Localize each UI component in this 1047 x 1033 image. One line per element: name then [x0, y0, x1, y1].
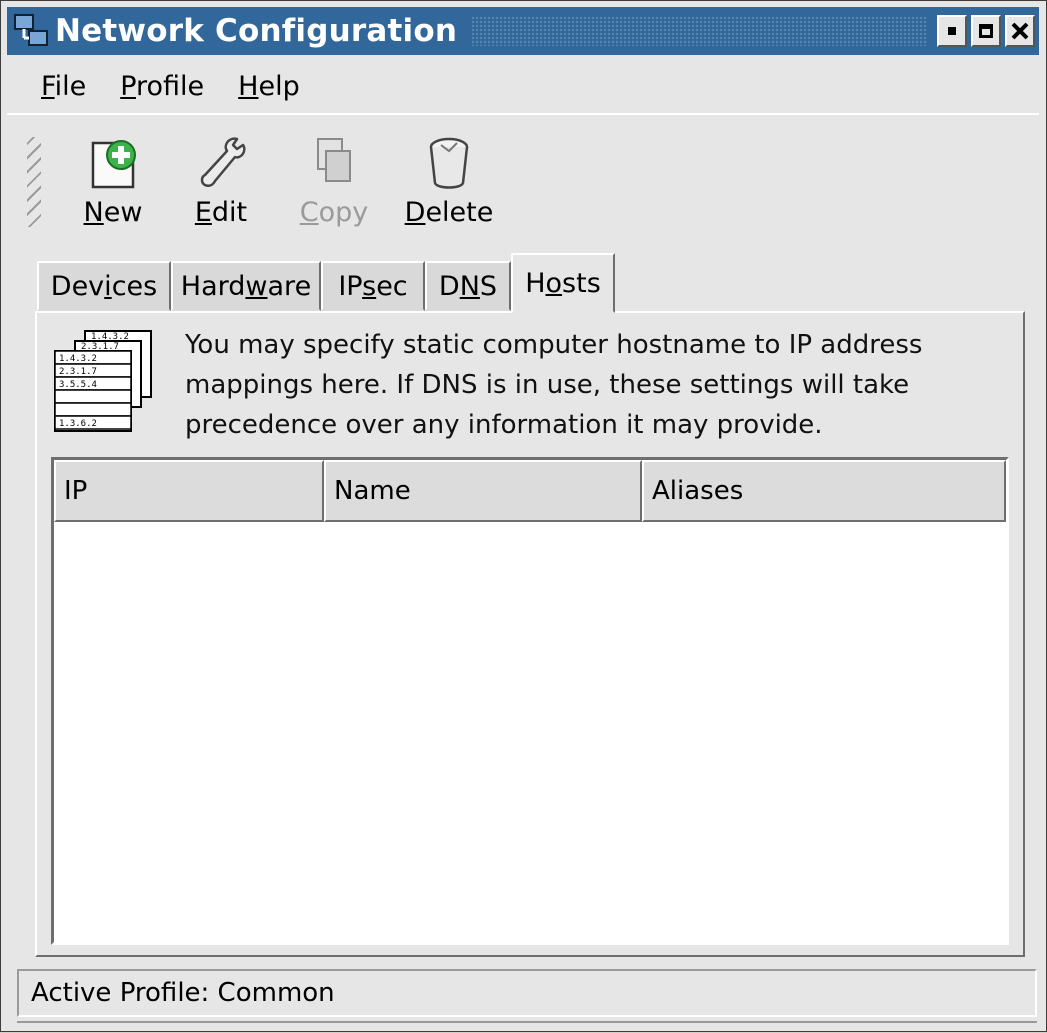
trash-icon	[429, 137, 469, 189]
copy-button[interactable]: Copy	[293, 119, 375, 237]
tab-dns-label: DNS	[438, 270, 498, 302]
edit-button[interactable]: Edit	[185, 119, 257, 237]
close-button[interactable]	[1005, 15, 1035, 47]
network-configuration-window: Network Configuration File Profile Help	[0, 0, 1047, 1032]
column-header-aliases[interactable]: Aliases	[642, 460, 1006, 522]
minimize-icon	[948, 27, 956, 35]
table-body[interactable]	[54, 522, 1006, 940]
title-bar-pattern	[471, 16, 927, 46]
column-header-ip[interactable]: IP	[54, 460, 324, 522]
tab-dns[interactable]: DNS	[425, 261, 511, 311]
new-button[interactable]: New	[69, 119, 157, 237]
tab-hosts-label: Hosts	[525, 267, 601, 299]
delete-button[interactable]: Delete	[399, 119, 499, 237]
tab-ipsec-label: IPsec	[338, 270, 408, 302]
status-bar: Active Profile: Common	[17, 969, 1037, 1017]
copy-label: Copy	[299, 197, 369, 228]
tab-ipsec[interactable]: IPsec	[321, 261, 425, 311]
tab-hardware-label: Hardware	[180, 270, 312, 302]
icon-line: 2.3.1.7	[81, 342, 119, 352]
delete-label: Delete	[404, 197, 494, 228]
table-header: IP Name Aliases	[54, 460, 1006, 522]
copy-icon	[317, 138, 351, 182]
maximize-icon	[979, 24, 993, 38]
title-bar[interactable]: Network Configuration	[7, 7, 1039, 55]
icon-line: 2.3.1.7	[59, 367, 97, 377]
hosts-panel: 1.4.3.2 2.3.1.7 1.4.3.2 2.3.1.7 3.5.5.4 …	[35, 311, 1025, 957]
tab-hardware[interactable]: Hardware	[171, 261, 321, 311]
tab-devices-label: Devices	[50, 270, 158, 302]
new-label: New	[83, 197, 143, 228]
toolbar-grip[interactable]	[27, 137, 41, 227]
hosts-list-icon: 1.4.3.2 2.3.1.7 1.4.3.2 2.3.1.7 3.5.5.4 …	[54, 330, 152, 432]
window-title: Network Configuration	[55, 13, 458, 49]
bottom-edge	[17, 1021, 1037, 1033]
minimize-button[interactable]	[937, 15, 967, 47]
menu-bar: File Profile Help	[7, 59, 1039, 115]
hosts-table[interactable]: IP Name Aliases	[51, 457, 1009, 945]
network-icon	[14, 14, 48, 46]
tab-devices[interactable]: Devices	[37, 261, 171, 311]
icon-line: 1.4.3.2	[59, 354, 97, 364]
hosts-description: You may specify static computer hostname…	[185, 330, 923, 440]
menu-file[interactable]: File	[41, 71, 86, 102]
edit-label: Edit	[194, 197, 248, 228]
wrench-icon	[200, 137, 246, 188]
icon-line: 1.3.6.2	[59, 419, 97, 429]
menu-profile[interactable]: Profile	[120, 71, 204, 102]
column-header-name[interactable]: Name	[324, 460, 642, 522]
new-icon	[91, 140, 136, 189]
maximize-button[interactable]	[971, 15, 1001, 47]
tab-hosts[interactable]: Hosts	[511, 253, 615, 313]
icon-line: 3.5.5.4	[59, 380, 97, 390]
toolbar: New Edit Copy Delete	[7, 119, 507, 239]
icon-line: 1.4.3.2	[91, 332, 129, 342]
close-icon	[1011, 22, 1029, 40]
menu-help[interactable]: Help	[238, 71, 300, 102]
active-profile-text: Active Profile: Common	[31, 978, 335, 1008]
